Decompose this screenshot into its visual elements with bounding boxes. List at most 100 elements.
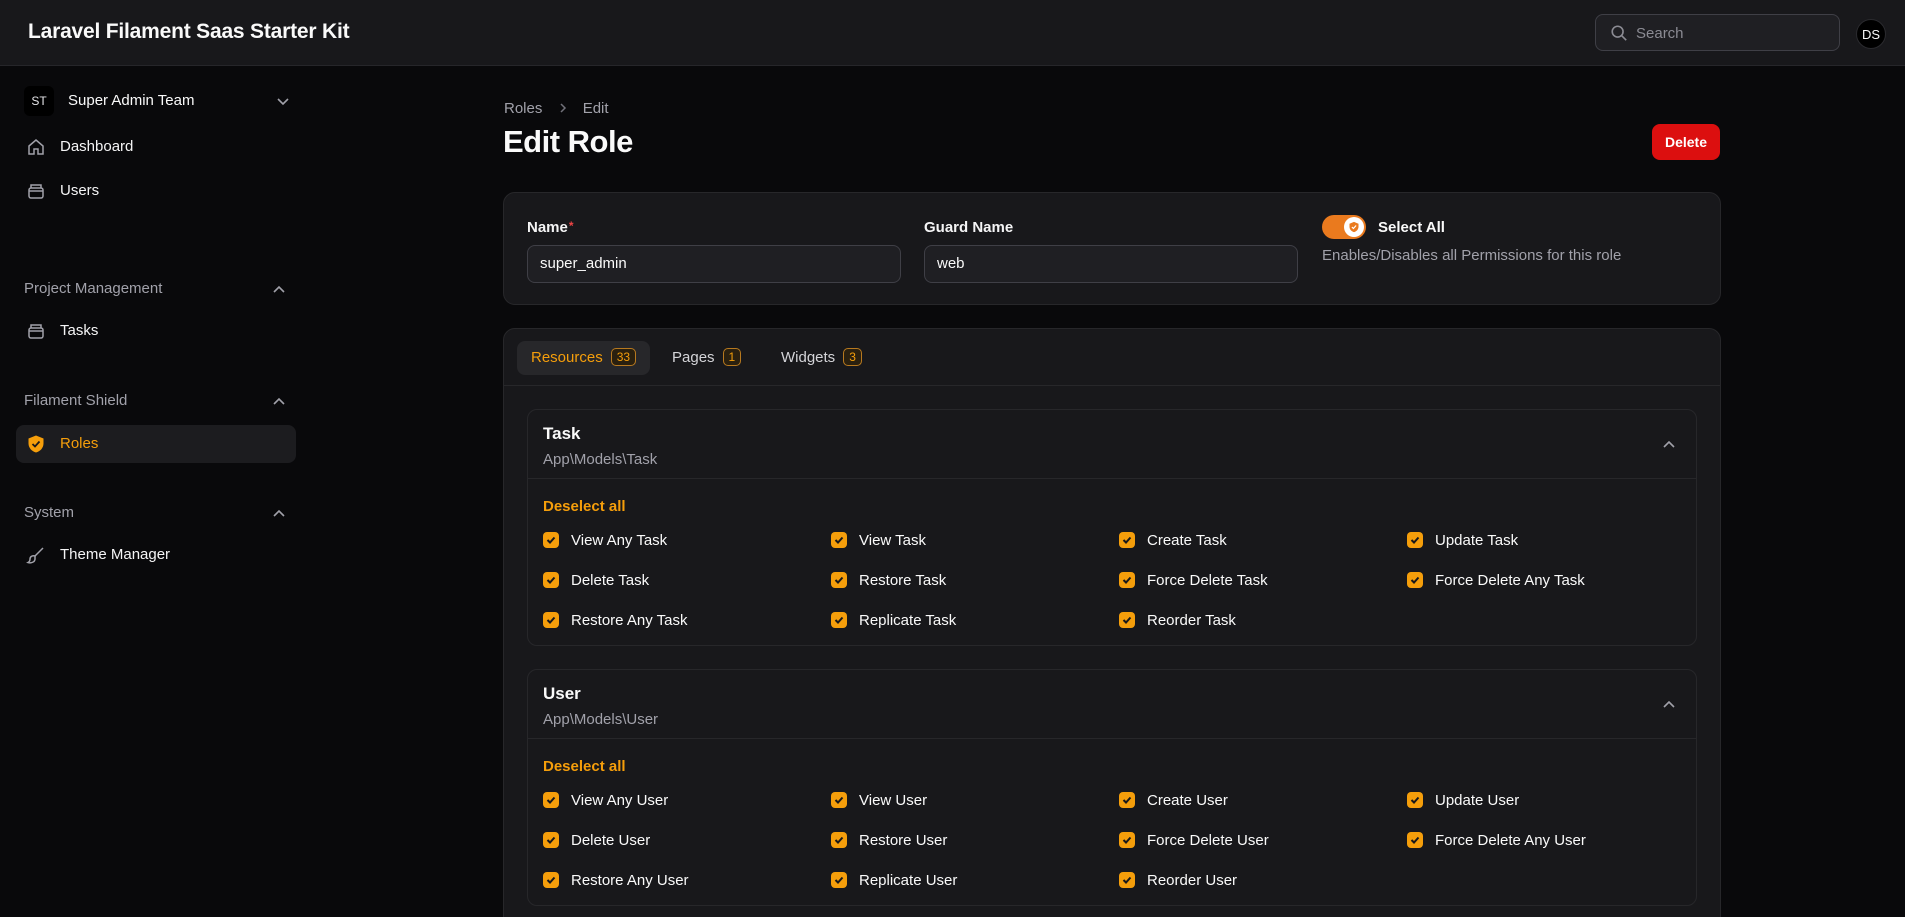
permission-label: View Any User bbox=[571, 792, 669, 809]
search-input[interactable] bbox=[1636, 21, 1831, 45]
checkbox-checked-icon[interactable] bbox=[1407, 832, 1423, 848]
name-label: Name* bbox=[527, 219, 574, 236]
required-marker: * bbox=[568, 219, 574, 233]
sidebar-item-roles[interactable]: Roles bbox=[16, 425, 296, 463]
home-icon bbox=[28, 139, 44, 155]
tab-count-badge: 1 bbox=[722, 348, 742, 366]
team-switcher[interactable]: ST Super Admin Team bbox=[24, 86, 294, 116]
sidebar-item-label: Users bbox=[60, 182, 100, 199]
deselect-all-link[interactable]: Deselect all bbox=[543, 758, 626, 775]
checkbox-checked-icon[interactable] bbox=[831, 532, 847, 548]
tasks-icon bbox=[28, 324, 44, 339]
checkbox-checked-icon[interactable] bbox=[1119, 832, 1135, 848]
sidebar-item-label: Tasks bbox=[60, 322, 99, 339]
section-header[interactable]: Task App\Models\Task bbox=[528, 410, 1696, 479]
select-all-toggle[interactable] bbox=[1322, 215, 1366, 239]
breadcrumb-edit[interactable]: Edit bbox=[583, 100, 609, 117]
checkbox-checked-icon[interactable] bbox=[1407, 792, 1423, 808]
page-title: Edit Role bbox=[503, 124, 633, 159]
checkbox-checked-icon[interactable] bbox=[831, 872, 847, 888]
sidebar-item-tasks[interactable]: Tasks bbox=[16, 312, 296, 350]
tab-resources[interactable]: Resources 33 bbox=[517, 341, 651, 375]
permission-label: Update Task bbox=[1435, 532, 1519, 549]
checkbox-checked-icon[interactable] bbox=[543, 612, 559, 628]
team-avatar: ST bbox=[24, 86, 54, 116]
tab-count-badge: 33 bbox=[610, 348, 637, 366]
section-title: Task bbox=[543, 424, 581, 443]
top-bar: Laravel Filament Saas Starter Kit DS bbox=[0, 0, 1905, 66]
group-filament-shield[interactable]: Filament Shield bbox=[24, 392, 286, 412]
shield-icon bbox=[1349, 221, 1359, 233]
permission-label: Update User bbox=[1435, 792, 1520, 809]
checkbox-checked-icon[interactable] bbox=[543, 572, 559, 588]
checkbox-checked-icon[interactable] bbox=[831, 832, 847, 848]
checkbox-checked-icon[interactable] bbox=[1119, 612, 1135, 628]
permission-label: Create User bbox=[1147, 792, 1228, 809]
group-project-management[interactable]: Project Management bbox=[24, 280, 286, 300]
permission-section-user: User App\Models\User Deselect all View Any … bbox=[527, 669, 1697, 906]
group-label: Filament Shield bbox=[24, 392, 128, 409]
permission-label: Restore User bbox=[859, 832, 948, 849]
search-icon bbox=[1611, 25, 1627, 41]
permission-label: View Any Task bbox=[571, 532, 668, 549]
chevron-down-icon bbox=[277, 98, 289, 106]
paintbrush-icon bbox=[26, 547, 44, 564]
sidebar-item-users[interactable]: Users bbox=[16, 172, 296, 210]
tab-pages[interactable]: Pages 1 bbox=[658, 341, 755, 375]
sidebar: ST Super Admin Team Dashboard Users Proj… bbox=[0, 66, 310, 917]
team-name: Super Admin Team bbox=[68, 92, 195, 109]
role-form: Name* super_admin Guard Name web Select … bbox=[503, 192, 1721, 305]
permission-label: View User bbox=[859, 792, 928, 809]
chevron-up-icon bbox=[273, 285, 285, 293]
section-header[interactable]: User App\Models\User bbox=[528, 670, 1696, 739]
checkbox-checked-icon[interactable] bbox=[1407, 572, 1423, 588]
breadcrumb: Roles Edit bbox=[504, 99, 609, 117]
checkbox-checked-icon[interactable] bbox=[831, 612, 847, 628]
user-avatar[interactable]: DS bbox=[1856, 19, 1886, 49]
group-system[interactable]: System bbox=[24, 504, 286, 524]
chevron-right-icon bbox=[560, 103, 566, 113]
checkbox-checked-icon[interactable] bbox=[1119, 532, 1135, 548]
checkbox-checked-icon[interactable] bbox=[831, 572, 847, 588]
chevron-up-icon[interactable] bbox=[1662, 438, 1676, 452]
users-icon bbox=[28, 184, 44, 199]
checkbox-checked-icon[interactable] bbox=[1119, 572, 1135, 588]
deselect-all-link[interactable]: Deselect all bbox=[543, 498, 626, 515]
permission-label: Restore Any User bbox=[571, 872, 689, 889]
permission-label: Replicate User bbox=[859, 872, 958, 889]
name-field[interactable]: super_admin bbox=[527, 245, 901, 283]
sidebar-item-label: Roles bbox=[60, 435, 99, 452]
app-title[interactable]: Laravel Filament Saas Starter Kit bbox=[28, 20, 350, 44]
sidebar-item-dashboard[interactable]: Dashboard bbox=[16, 128, 296, 166]
permission-label: Force Delete Any Task bbox=[1435, 572, 1585, 589]
permission-label: Create Task bbox=[1147, 532, 1227, 549]
sidebar-item-label: Theme Manager bbox=[60, 546, 171, 563]
permission-label: Force Delete Task bbox=[1147, 572, 1268, 589]
section-subtitle: App\Models\Task bbox=[543, 451, 658, 468]
global-search[interactable] bbox=[1595, 14, 1840, 51]
breadcrumb-roles[interactable]: Roles bbox=[504, 100, 542, 117]
sidebar-item-theme-manager[interactable]: Theme Manager bbox=[16, 536, 296, 574]
permissions-panel: Resources 33 Pages 1 Widgets 3 Task App\Mode… bbox=[503, 328, 1721, 917]
permission-label: Reorder Task bbox=[1147, 612, 1236, 629]
checkbox-checked-icon[interactable] bbox=[1119, 872, 1135, 888]
section-subtitle: App\Models\User bbox=[543, 711, 659, 728]
group-label: Project Management bbox=[24, 280, 163, 297]
tab-widgets[interactable]: Widgets 3 bbox=[767, 341, 876, 375]
permission-label: Delete Task bbox=[571, 572, 650, 589]
permission-label: Delete User bbox=[571, 832, 651, 849]
checkbox-checked-icon[interactable] bbox=[1407, 532, 1423, 548]
checkbox-checked-icon[interactable] bbox=[543, 532, 559, 548]
checkbox-checked-icon[interactable] bbox=[1119, 792, 1135, 808]
checkbox-checked-icon[interactable] bbox=[543, 872, 559, 888]
delete-button[interactable]: Delete bbox=[1652, 124, 1720, 160]
guard-name-field[interactable]: web bbox=[924, 245, 1298, 283]
select-all-label: Select All bbox=[1378, 219, 1445, 236]
sidebar-item-label: Dashboard bbox=[60, 138, 134, 155]
checkbox-checked-icon[interactable] bbox=[543, 792, 559, 808]
checkbox-checked-icon[interactable] bbox=[831, 792, 847, 808]
chevron-up-icon[interactable] bbox=[1662, 698, 1676, 712]
permission-label: Reorder User bbox=[1147, 872, 1238, 889]
checkbox-checked-icon[interactable] bbox=[543, 832, 559, 848]
permission-label: Force Delete Any User bbox=[1435, 832, 1586, 849]
